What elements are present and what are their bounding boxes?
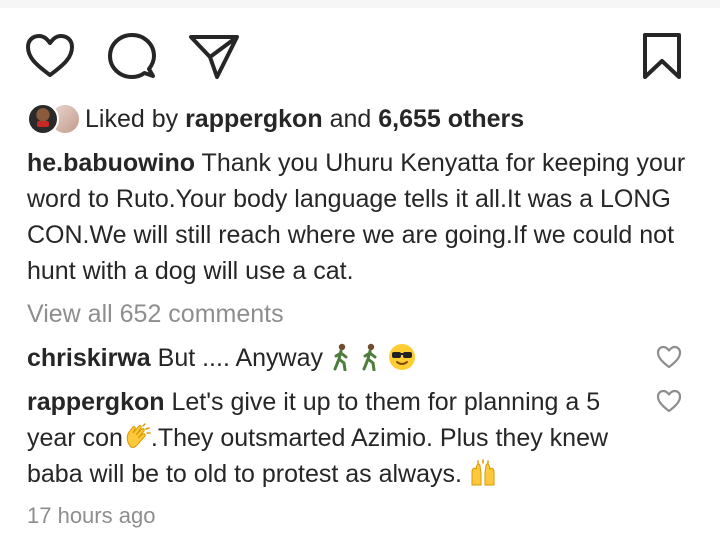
raising-hands-icon [469, 459, 497, 487]
top-strip [0, 0, 720, 8]
save-button[interactable] [634, 30, 690, 82]
post-timestamp: 17 hours ago [27, 503, 156, 528]
likes-conj: and [329, 105, 372, 133]
walking-person-icon [359, 343, 381, 372]
avatar [27, 103, 59, 135]
paper-plane-icon [189, 35, 239, 79]
comment-item: chriskirwa But .... Anyway [27, 340, 637, 376]
post-caption: he.babuowino Thank you Uhuru Kenyatta fo… [27, 145, 697, 289]
like-button[interactable] [22, 30, 78, 82]
bookmark-icon [643, 33, 681, 79]
comment-button[interactable] [104, 30, 160, 82]
share-button[interactable] [186, 30, 242, 82]
comment-username[interactable]: rappergkon [27, 388, 165, 416]
comment-like-button[interactable] [654, 342, 684, 372]
small-heart-icon [656, 345, 682, 369]
liker-avatars[interactable] [27, 101, 81, 137]
caption-username[interactable]: he.babuowino [27, 149, 195, 177]
speech-bubble-icon [108, 33, 156, 79]
comment-item: rappergkon Let's give it up to them for … [27, 384, 637, 492]
likes-summary: Liked by rappergkon and 6,655 others [27, 100, 524, 138]
post-actions-bar [0, 30, 720, 86]
comment-text: But .... Anyway [157, 344, 323, 372]
comment-username[interactable]: chriskirwa [27, 344, 151, 372]
comment-like-button[interactable] [654, 386, 684, 416]
likes-text: Liked by rappergkon and 6,655 others [85, 101, 524, 137]
clapping-hands-icon [123, 423, 151, 451]
cool-face-icon [388, 343, 416, 371]
walking-person-icon [330, 343, 352, 372]
heart-outline-icon [26, 34, 74, 77]
likes-prefix: Liked by [85, 105, 179, 133]
small-heart-icon [656, 389, 682, 413]
liker-username[interactable]: rappergkon [185, 105, 323, 133]
view-all-comments-link[interactable]: View all 652 comments [27, 296, 284, 332]
likes-count[interactable]: 6,655 others [378, 105, 524, 133]
